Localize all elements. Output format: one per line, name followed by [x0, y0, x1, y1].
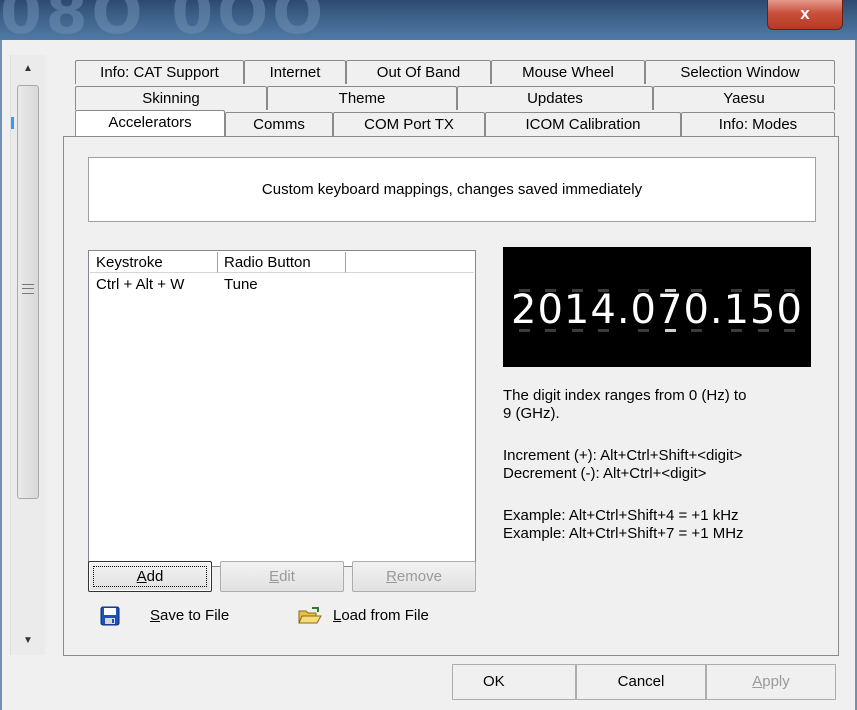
- cancel-button[interactable]: Cancel: [576, 664, 706, 700]
- digit-marker: [691, 289, 703, 292]
- scroll-up-arrow-icon[interactable]: ▲: [11, 55, 45, 83]
- example-1: Example: Alt+Ctrl+Shift+4 = +1 kHz: [503, 507, 739, 524]
- vertical-scrollbar[interactable]: ▲ ▼: [10, 55, 45, 655]
- column-header-radio-button[interactable]: Radio Button: [218, 252, 346, 273]
- table-row[interactable]: Ctrl + Alt + W Tune: [90, 275, 474, 295]
- digit-marker: [545, 329, 557, 332]
- floppy-disk-icon: [100, 606, 120, 626]
- digit-marker: [731, 289, 743, 292]
- description-box: Custom keyboard mappings, changes saved …: [88, 157, 816, 222]
- tab-comms[interactable]: Comms: [225, 112, 333, 136]
- scroll-down-arrow-icon[interactable]: ▼: [11, 627, 45, 655]
- column-header-empty: [346, 252, 474, 273]
- digit-marker: [664, 329, 676, 332]
- digit-marker: [731, 329, 743, 332]
- focus-rectangle: [93, 566, 207, 587]
- tab-selection-window[interactable]: Selection Window: [645, 60, 835, 84]
- tab-row-1: Info: CAT Support Internet Out Of Band M…: [75, 60, 839, 84]
- tab-internet[interactable]: Internet: [244, 60, 346, 84]
- edit-button[interactable]: Edit: [220, 561, 344, 592]
- title-bar: 08O 0OO x: [0, 0, 857, 40]
- accelerators-panel: Custom keyboard mappings, changes saved …: [63, 136, 839, 656]
- digit-marker: [784, 329, 796, 332]
- digit-marker: [545, 289, 557, 292]
- frequency-value: 2014.070.150: [511, 287, 803, 333]
- load-from-file-button[interactable]: Load from File: [298, 604, 468, 628]
- title-background-art: 08O 0OO: [0, 0, 328, 40]
- help-text-line-1: The digit index ranges from 0 (Hz) to: [503, 387, 747, 404]
- digit-marker: [518, 289, 530, 292]
- scroll-grip-icon: [22, 284, 34, 294]
- digit-marker: [598, 289, 610, 292]
- digit-marker: [757, 329, 769, 332]
- list-header: Keystroke Radio Button: [90, 252, 474, 273]
- tab-mouse-wheel[interactable]: Mouse Wheel: [491, 60, 645, 84]
- digit-marker: [638, 289, 650, 292]
- ok-button[interactable]: OK: [452, 664, 576, 700]
- tab-accelerators[interactable]: Accelerators: [75, 110, 225, 136]
- tab-skinning[interactable]: Skinning: [75, 86, 267, 110]
- tab-info-modes[interactable]: Info: Modes: [681, 112, 835, 136]
- radio-button-cell: Tune: [224, 276, 258, 293]
- increment-help: Increment (+): Alt+Ctrl+Shift+<digit>: [503, 447, 743, 464]
- tab-info-cat-support[interactable]: Info: CAT Support: [75, 60, 244, 84]
- close-button[interactable]: x: [767, 0, 843, 30]
- tab-com-port-tx[interactable]: COM Port TX: [333, 112, 485, 136]
- digit-marker: [638, 329, 650, 332]
- tab-updates[interactable]: Updates: [457, 86, 653, 110]
- tab-out-of-band[interactable]: Out Of Band: [346, 60, 491, 84]
- help-text-line-2: 9 (GHz).: [503, 405, 560, 422]
- frequency-display[interactable]: 2014.070.150: [503, 247, 811, 367]
- digit-marker: [571, 329, 583, 332]
- scroll-thumb[interactable]: [17, 85, 39, 499]
- digit-marker: [691, 329, 703, 332]
- save-to-file-button[interactable]: Save to File: [100, 604, 250, 628]
- scroll-indicator: [11, 117, 14, 129]
- digit-marker: [598, 329, 610, 332]
- tab-yaesu[interactable]: Yaesu: [653, 86, 835, 110]
- tab-row-3: Accelerators Comms COM Port TX ICOM Cali…: [75, 110, 839, 136]
- decrement-help: Decrement (-): Alt+Ctrl+<digit>: [503, 465, 707, 482]
- tab-icom-calibration[interactable]: ICOM Calibration: [485, 112, 681, 136]
- open-folder-icon: [298, 606, 322, 626]
- digit-marker: [757, 289, 769, 292]
- example-2: Example: Alt+Ctrl+Shift+7 = +1 MHz: [503, 525, 744, 542]
- digit-marker: [784, 289, 796, 292]
- digit-marker: [518, 329, 530, 332]
- keystroke-cell: Ctrl + Alt + W: [96, 276, 185, 293]
- tab-theme[interactable]: Theme: [267, 86, 457, 110]
- column-header-keystroke[interactable]: Keystroke: [90, 252, 218, 273]
- remove-button[interactable]: Remove: [352, 561, 476, 592]
- add-button[interactable]: Add: [88, 561, 212, 592]
- digit-marker: [571, 289, 583, 292]
- tab-row-2: Skinning Theme Updates Yaesu: [75, 86, 839, 110]
- apply-button[interactable]: Apply: [706, 664, 836, 700]
- keystroke-mappings-list[interactable]: Keystroke Radio Button Ctrl + Alt + W Tu…: [88, 250, 476, 567]
- digit-marker: [664, 289, 676, 292]
